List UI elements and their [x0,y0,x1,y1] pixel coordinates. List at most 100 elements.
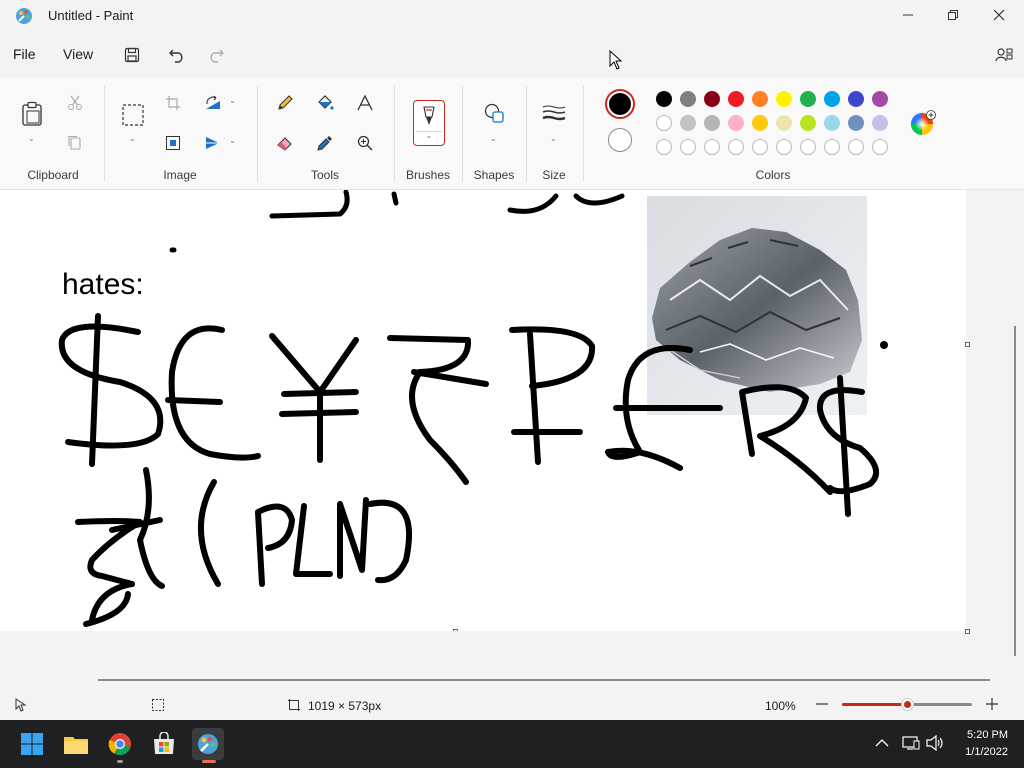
save-icon[interactable] [120,43,144,67]
zoom-level-text[interactable]: 100% [765,699,796,713]
color-swatch[interactable] [848,91,864,107]
chevron-down-icon[interactable]: ⌄ [550,134,557,143]
rotate-icon[interactable] [200,90,226,116]
color-swatch[interactable] [704,91,720,107]
chevron-down-icon[interactable]: ⌄ [129,134,136,143]
vertical-scrollbar[interactable] [1014,326,1016,656]
microsoft-store-icon[interactable] [148,728,180,760]
color-swatch[interactable] [800,91,816,107]
color-swatch[interactable] [680,91,696,107]
clock-date[interactable]: 1/1/2022 [950,746,1008,758]
restore-button[interactable] [930,0,976,30]
color-swatch[interactable] [728,115,744,131]
custom-color-slot[interactable] [824,139,840,155]
menu-view[interactable]: View [63,46,93,62]
ribbon-divider [526,86,527,182]
chevron-down-icon[interactable]: ⌄ [490,134,497,143]
color-swatch[interactable] [824,91,840,107]
crop-icon[interactable] [160,90,186,116]
brushes-button[interactable]: ⌄ [413,100,445,146]
resize-icon[interactable] [160,130,186,156]
text-icon[interactable] [352,90,378,116]
color-swatch[interactable] [656,115,672,131]
chrome-browser-icon[interactable] [104,728,136,763]
copy-icon[interactable] [62,130,88,156]
account-icon[interactable] [992,43,1016,67]
color-picker-icon[interactable] [312,130,338,156]
close-button[interactable] [976,0,1022,30]
menu-bar: File View [0,32,1024,78]
stroke-size-icon[interactable] [541,100,567,126]
chevron-down-icon[interactable]: ⌄ [28,134,35,143]
title-bar: Untitled - Paint [0,0,1024,32]
resize-handle-corner[interactable] [965,629,970,634]
network-display-icon[interactable] [902,735,920,754]
color-swatch[interactable] [752,91,768,107]
chevron-up-icon[interactable] [875,737,889,751]
custom-color-slot[interactable] [704,139,720,155]
chevron-down-icon: ⌄ [425,131,433,140]
color-swatch[interactable] [656,91,672,107]
custom-color-slot[interactable] [872,139,888,155]
custom-color-slot[interactable] [848,139,864,155]
color-swatch[interactable] [776,91,792,107]
group-label-clipboard: Clipboard [27,168,79,182]
undo-icon[interactable] [165,43,189,67]
menu-file[interactable]: File [13,46,36,62]
canvas-workspace[interactable]: hates: [0,190,1024,678]
select-icon[interactable] [120,102,146,128]
color-swatch[interactable] [824,115,840,131]
paint-taskbar-icon[interactable] [192,728,224,763]
magnifier-icon[interactable] [352,130,378,156]
color-swatch[interactable] [872,115,888,131]
color-swatch[interactable] [776,115,792,131]
edit-colors-icon[interactable] [910,110,936,139]
resize-handle-right[interactable] [965,342,970,347]
color-swatch[interactable] [680,115,696,131]
eraser-icon[interactable] [272,130,298,156]
ribbon-divider [583,86,584,182]
resize-handle-bottom[interactable] [453,629,458,631]
zoom-slider[interactable] [842,698,972,711]
color-swatch[interactable] [752,115,768,131]
custom-color-slot[interactable] [680,139,696,155]
color-swatch[interactable] [728,91,744,107]
paste-icon[interactable] [18,100,46,128]
zoom-slider-thumb[interactable] [901,698,914,711]
drawing-canvas[interactable]: hates: [0,190,966,631]
color-swatch[interactable] [800,115,816,131]
minimize-button[interactable] [885,0,931,30]
secondary-color-swatch[interactable] [608,128,632,152]
fill-icon[interactable] [312,90,338,116]
custom-color-slot[interactable] [656,139,672,155]
custom-color-slot[interactable] [752,139,768,155]
custom-color-slot[interactable] [776,139,792,155]
zoom-in-icon[interactable] [985,697,999,714]
color-swatch[interactable] [848,115,864,131]
ribbon-toolbar: ⌄ Clipboard ⌄ ⌄ ⌄ Image Tools ⌄ Brushes … [0,78,1024,190]
start-windows-icon[interactable] [16,728,48,760]
ribbon-divider [257,86,258,182]
color-swatch[interactable] [704,115,720,131]
chevron-down-icon[interactable]: ⌄ [229,136,236,145]
flip-icon[interactable] [200,130,226,156]
group-label-size: Size [542,168,566,182]
redo-icon[interactable] [204,43,228,67]
clock-time[interactable]: 5:20 PM [950,729,1008,741]
ribbon-divider [462,86,463,182]
horizontal-scrollbar[interactable] [98,679,990,681]
color-swatch[interactable] [872,91,888,107]
primary-color-swatch[interactable] [605,89,635,119]
volume-icon[interactable] [926,734,944,754]
custom-color-slot[interactable] [800,139,816,155]
pencil-icon[interactable] [272,90,298,116]
group-label-shapes: Shapes [473,168,515,182]
pasted-metal-image[interactable] [647,196,867,415]
file-explorer-icon[interactable] [60,728,92,760]
custom-color-slot[interactable] [728,139,744,155]
shapes-icon[interactable] [481,100,507,126]
zoom-out-icon[interactable] [815,697,829,714]
status-bar: 1019 × 573px 100% [0,690,1024,720]
chevron-down-icon[interactable]: ⌄ [229,96,236,105]
cut-icon[interactable] [62,90,88,116]
